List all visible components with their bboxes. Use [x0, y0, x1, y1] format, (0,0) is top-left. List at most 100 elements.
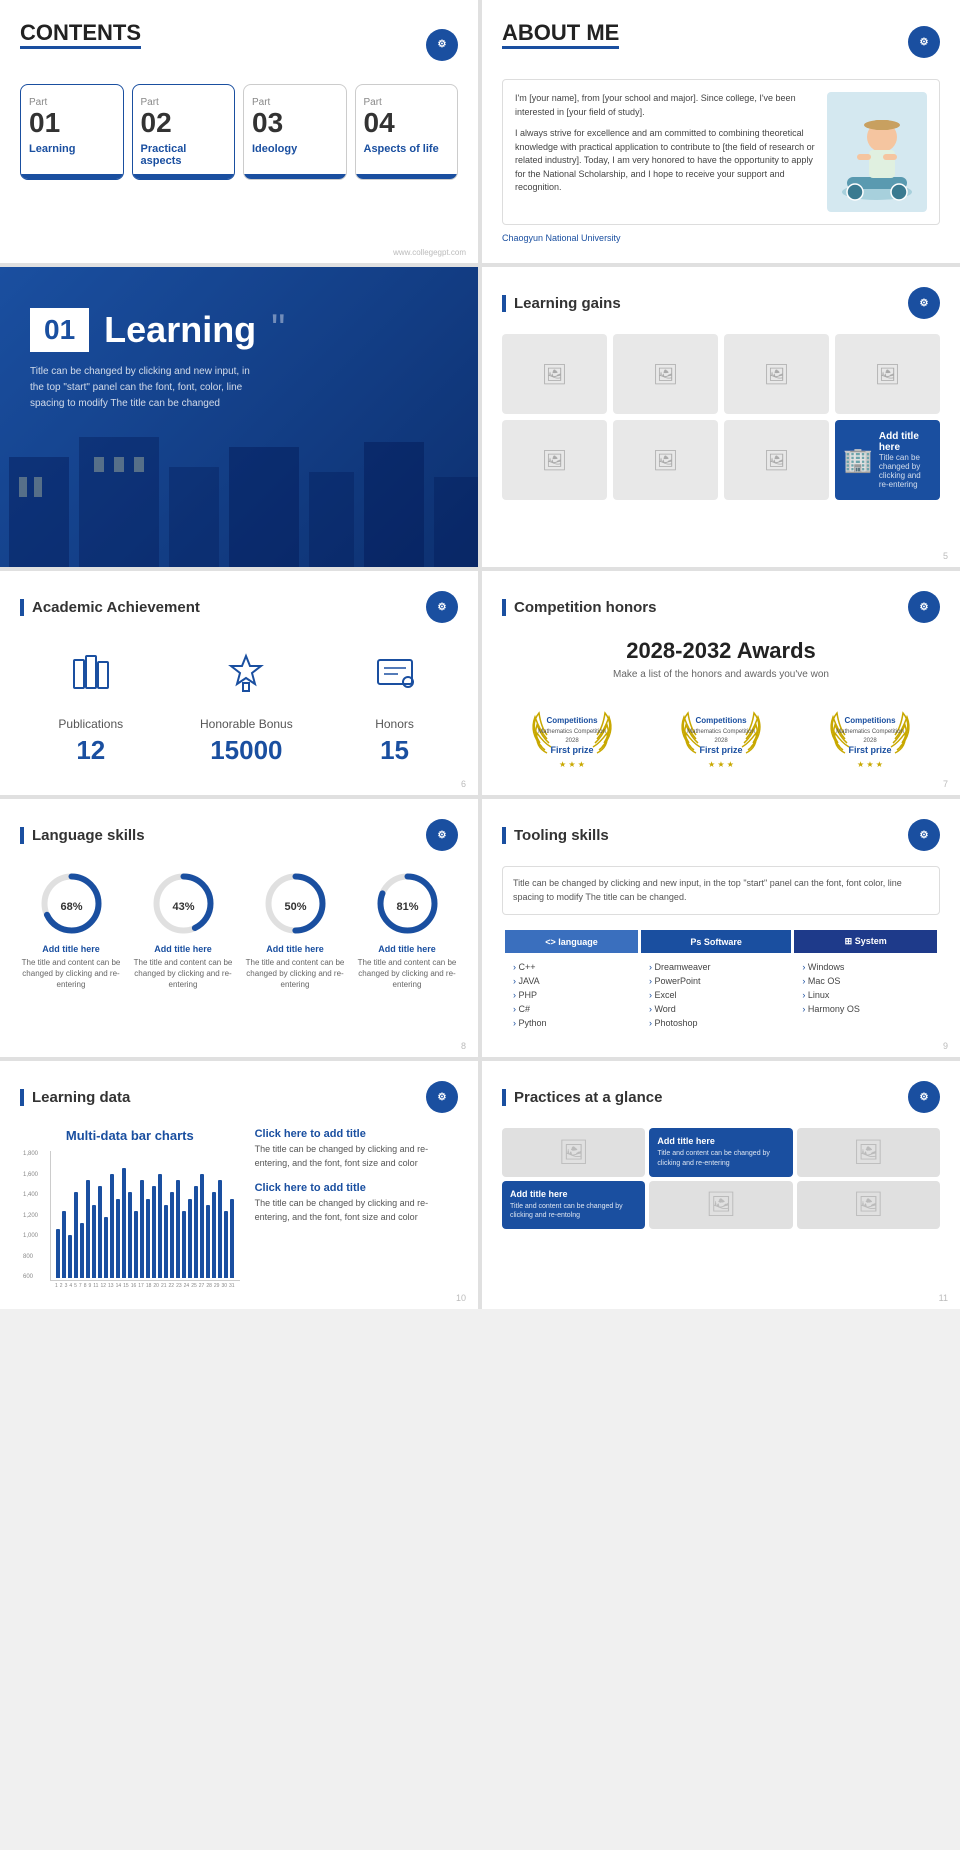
svg-text:First prize: First prize: [551, 745, 594, 755]
part-name: Practical aspects: [141, 143, 227, 167]
x-label: 30: [221, 1283, 227, 1289]
x-label: 31: [229, 1283, 235, 1289]
logo-icon-data: ⚙: [426, 1081, 458, 1113]
stat-value-2: 15: [370, 735, 420, 766]
tool-header-2: ⊞ System: [794, 930, 937, 953]
bar-9: [110, 1174, 114, 1278]
tool-header-0: <> language: [505, 930, 638, 953]
learning-desc: Title can be changed by clicking and new…: [30, 364, 250, 412]
x-label: 25: [191, 1283, 197, 1289]
practice-cell-1: Add title hereTitle and content can be c…: [649, 1128, 792, 1177]
page-num-5: 5: [943, 551, 948, 561]
prac-content-3: Add title hereTitle and content can be c…: [510, 1189, 637, 1222]
bar-28: [224, 1211, 228, 1278]
gain-cell-5: 🖼: [613, 420, 718, 500]
stat-value-0: 12: [58, 735, 123, 766]
tool-header-1: Ps Software: [641, 930, 791, 953]
bar-22: [188, 1199, 192, 1278]
about-text: I'm [your name], from [your school and m…: [515, 92, 817, 212]
gain-active-content: 🏢 Add title here Title can be changed by…: [835, 423, 940, 497]
tool-item: Excel: [649, 988, 783, 1002]
img-placeholder-icon: 🖼: [542, 448, 567, 473]
part-num: 02: [141, 108, 227, 139]
x-label: 5: [74, 1283, 77, 1289]
click2-block: Click here to add title The title can be…: [255, 1182, 458, 1224]
y-label: 600: [23, 1274, 38, 1280]
about-header: ABOUT ME ⚙: [502, 20, 940, 64]
logo-icon-academic: ⚙: [426, 591, 458, 623]
gain-cell-6: 🖼: [724, 420, 829, 500]
tool-desc: Title can be changed by clicking and new…: [502, 866, 940, 915]
data-text-area: Click here to add title The title can be…: [255, 1128, 458, 1289]
data-header: Learning data ⚙: [20, 1081, 458, 1113]
logo-icon-gains: ⚙: [908, 287, 940, 319]
stat-value-1: 15000: [200, 735, 293, 766]
gain-cell-2: 🖼: [724, 334, 829, 414]
tool-list-1: DreamweaverPowerPointExcelWordPhotoshop: [641, 956, 791, 1034]
tool-item: Python: [513, 1016, 630, 1030]
lang-skill-3: 81% Add title here The title and content…: [356, 871, 458, 991]
click2-title[interactable]: Click here to add title: [255, 1182, 458, 1194]
tool-item: PHP: [513, 988, 630, 1002]
x-label: 20: [153, 1283, 159, 1289]
tool-item: Linux: [802, 988, 929, 1002]
img-placeholder-icon: 🖼: [542, 362, 567, 387]
logo-icon-tool: ⚙: [908, 819, 940, 851]
tool-item: C++: [513, 960, 630, 974]
circle-title-0: Add title here: [20, 944, 122, 954]
laurel-svg-2: ★ ★ ★ Competitions Mathematics Competiti…: [825, 695, 915, 770]
part-num: 04: [364, 108, 450, 139]
progress-ring-3: 81%: [375, 871, 440, 936]
lang-title: Language skills: [20, 827, 145, 844]
tool-header: Tooling skills ⚙: [502, 819, 940, 851]
x-label: 15: [123, 1283, 129, 1289]
bar-27: [218, 1180, 222, 1278]
tool-item: Word: [649, 1002, 783, 1016]
svg-text:Mathematics Competition: Mathematics Competition: [538, 729, 606, 735]
x-label: 4: [69, 1283, 72, 1289]
lang-skill-2: 50% Add title here The title and content…: [244, 871, 346, 991]
bar-20: [176, 1180, 180, 1278]
x-label: 23: [176, 1283, 182, 1289]
click1-title[interactable]: Click here to add title: [255, 1128, 458, 1140]
y-label: 800: [23, 1254, 38, 1260]
practices-title: Practices at a glance: [502, 1089, 662, 1106]
part-num: 03: [252, 108, 338, 139]
x-label: 18: [146, 1283, 152, 1289]
comp-header: Competition honors ⚙: [502, 591, 940, 623]
about-content: I'm [your name], from [your school and m…: [502, 79, 940, 225]
prac-img-icon-4: 🖼: [706, 1190, 736, 1219]
circle-pct-text-1: 43%: [172, 901, 194, 913]
tool-title: Tooling skills: [502, 827, 609, 844]
tool-list-0: C++JAVAPHPC#Python: [505, 956, 638, 1034]
y-label: 1,600: [23, 1172, 38, 1178]
gains-title: Learning gains: [502, 295, 621, 312]
img-placeholder-icon: 🖼: [653, 448, 678, 473]
svg-text:2028: 2028: [863, 738, 877, 744]
x-label: 28: [206, 1283, 212, 1289]
about-image: [827, 92, 927, 212]
language-panel: Language skills ⚙ 68% Add title here The…: [0, 799, 478, 1057]
circle-title-3: Add title here: [356, 944, 458, 954]
bar-7: [98, 1186, 102, 1278]
logo-icon-lang: ⚙: [426, 819, 458, 851]
bar-11: [122, 1168, 126, 1278]
learning-num: 01: [30, 308, 89, 352]
part-name: Aspects of life: [364, 143, 450, 155]
logo-icon-about: ⚙: [908, 26, 940, 58]
gain-icon: 🏢: [843, 446, 873, 475]
award-item-0: ★ ★ ★ Competitions Mathematics Competiti…: [502, 695, 643, 775]
card-bottom-bar: [244, 174, 346, 179]
tool-item: Mac OS: [802, 974, 929, 988]
contents-header: CONTENTS ⚙: [20, 20, 458, 69]
x-label: 17: [138, 1283, 144, 1289]
contents-cards: Part 01 Learning Part 02 Practical aspec…: [20, 84, 458, 180]
comp-subtitle: Make a list of the honors and awards you…: [502, 669, 940, 680]
bar-5: [86, 1180, 90, 1278]
content-card-03: Part 03 Ideology: [243, 84, 347, 180]
practice-cell-3: Add title hereTitle and content can be c…: [502, 1181, 645, 1230]
tool-header-icon-2: ⊞: [845, 936, 853, 946]
part-name: Ideology: [252, 143, 338, 155]
x-label: 7: [79, 1283, 82, 1289]
bar-16: [152, 1186, 156, 1278]
